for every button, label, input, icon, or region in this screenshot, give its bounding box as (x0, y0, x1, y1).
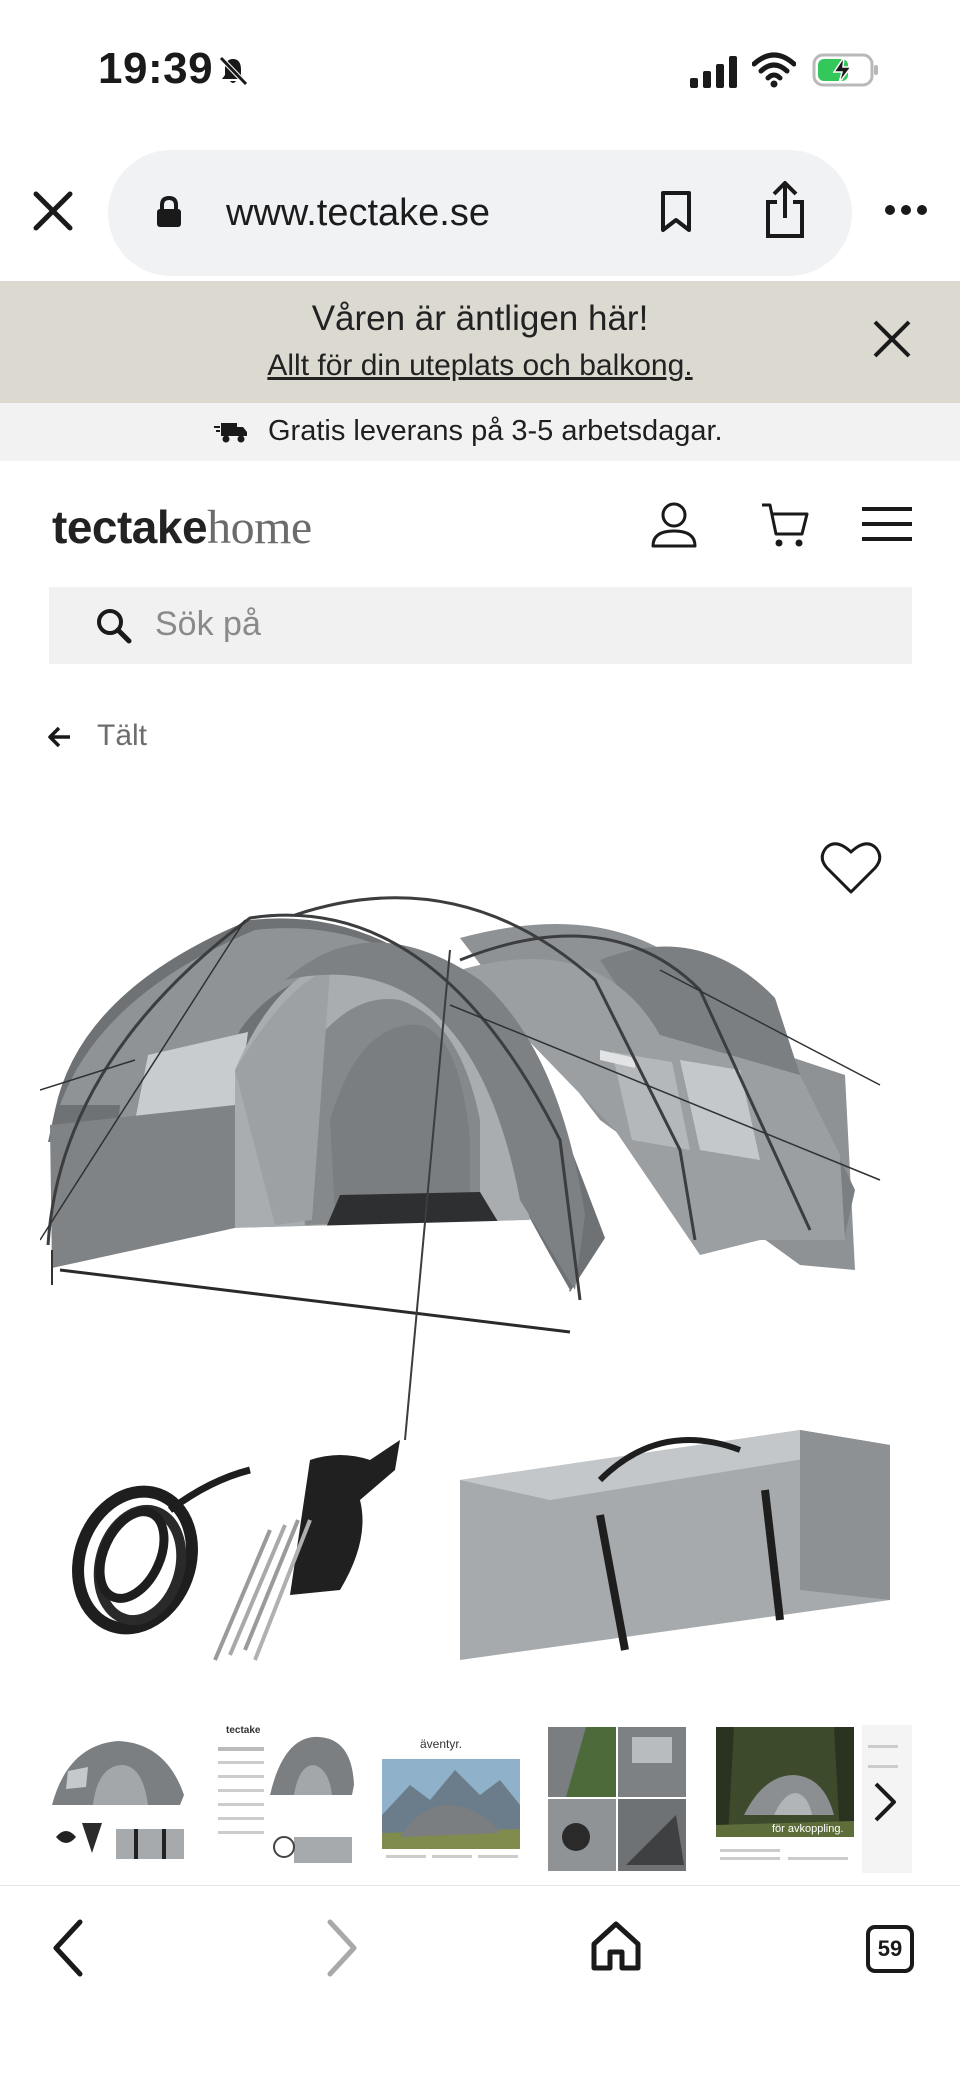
logo-light: home (207, 501, 312, 554)
search-icon (97, 609, 132, 644)
back-icon[interactable] (48, 1918, 88, 1978)
wifi-icon (752, 52, 796, 88)
browser-toolbar (0, 1885, 960, 2081)
thumb-infographic[interactable]: tectake (214, 1725, 356, 1873)
thumb-tent-set-image (48, 1725, 190, 1873)
url-text[interactable]: www.tectake.se (226, 192, 490, 235)
thumbnail-strip: tectake äventyr. för avkoppling. (0, 1720, 960, 1880)
close-icon[interactable] (32, 190, 74, 232)
status-bar: 19:39 (0, 0, 960, 140)
forward-icon[interactable] (322, 1918, 362, 1978)
battery-charging-icon (812, 53, 878, 87)
promo-title: Våren är äntligen här! (311, 299, 649, 338)
chevron-right-icon[interactable] (870, 1780, 900, 1824)
thumb-details-image (546, 1725, 688, 1873)
close-icon[interactable] (872, 319, 912, 359)
menu-icon[interactable] (862, 505, 912, 543)
shipping-bar: Gratis leverans på 3-5 arbetsdagar. (0, 403, 960, 461)
carry-bag (460, 1430, 890, 1660)
arrow-left-icon (48, 726, 70, 748)
tabs-button[interactable]: 59 (866, 1925, 914, 1973)
more-icon[interactable] (884, 204, 928, 216)
search-placeholder: Sök på (155, 605, 261, 643)
logo-bold: tectake (52, 501, 208, 553)
thumb-caption: tectake (226, 1725, 261, 1736)
site-logo[interactable]: tectakehome (52, 500, 312, 555)
delivery-truck-icon (214, 423, 247, 443)
browser-address-row: www.tectake.se (0, 140, 960, 280)
rope-bundle (72, 1466, 251, 1635)
lock-icon (157, 196, 181, 227)
share-icon[interactable] (762, 180, 808, 240)
cart-icon[interactable] (760, 500, 810, 550)
bell-slash-icon (219, 56, 248, 86)
thumb-caption: äventyr. (420, 1737, 463, 1751)
address-bar[interactable]: www.tectake.se (108, 150, 852, 276)
thumb-details[interactable] (546, 1725, 688, 1873)
thumb-adventure[interactable]: äventyr. (380, 1725, 522, 1873)
thumb-forest[interactable]: för avkoppling. (714, 1725, 856, 1873)
thumb-caption: för avkoppling. (772, 1823, 844, 1835)
thumb-infographic-image (214, 1725, 356, 1873)
bookmark-icon[interactable] (660, 190, 692, 234)
product-image[interactable] (40, 820, 920, 1680)
thumb-tent-set[interactable] (48, 1725, 190, 1873)
shipping-text: Gratis leverans på 3-5 arbetsdagar. (268, 415, 723, 447)
search-input[interactable]: Sök på (49, 587, 912, 664)
thumb-forest-image (714, 1725, 856, 1873)
user-icon[interactable] (650, 500, 698, 550)
home-icon[interactable] (590, 1920, 642, 1972)
breadcrumb-label[interactable]: Tält (97, 719, 147, 753)
status-time: 19:39 (98, 44, 214, 93)
signal-icon (690, 56, 737, 88)
promo-link[interactable]: Allt för din uteplats och balkong. (0, 349, 960, 383)
promo-banner: Våren är äntligen här! Allt för din utep… (0, 281, 960, 403)
